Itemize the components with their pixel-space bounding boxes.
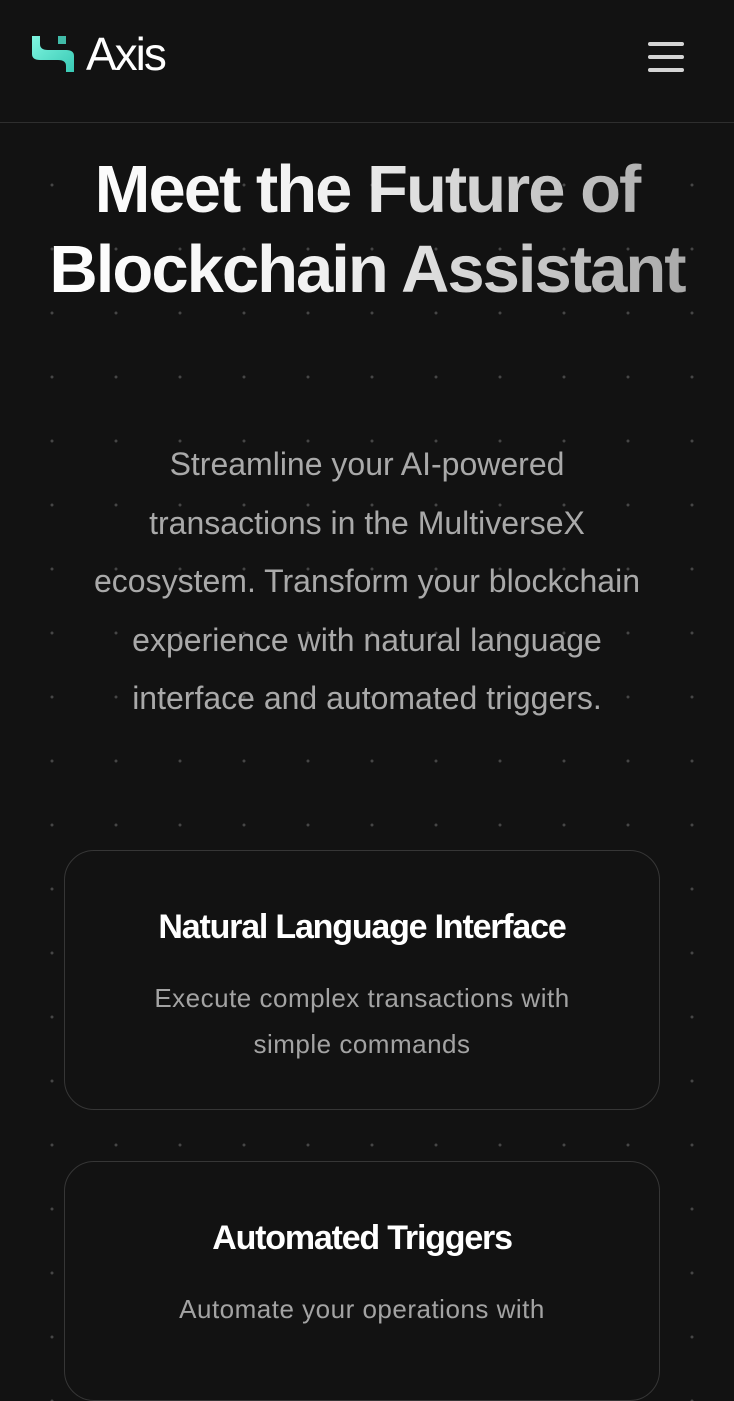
feature-card-title: Natural Language Interface	[158, 908, 566, 946]
site-header: Axis	[0, 0, 734, 123]
axis-logo-icon	[32, 36, 74, 72]
menu-button[interactable]	[644, 40, 688, 76]
feature-card-description: Execute complex transactions with simple…	[154, 983, 570, 1059]
feature-card-natural-language: Natural Language Interface Execute compl…	[64, 850, 660, 1110]
feature-card-automated-triggers: Automated Triggers Automate your operati…	[64, 1161, 660, 1401]
feature-card-description: Automate your operations with	[179, 1294, 545, 1324]
logo-text: Axis	[86, 28, 167, 80]
feature-card-title: Automated Triggers	[212, 1219, 513, 1257]
logo[interactable]: Axis	[28, 28, 167, 80]
hamburger-menu-icon	[648, 42, 684, 46]
hero-title: Meet the Future of Blockchain Assistant	[40, 150, 694, 310]
hero-subtitle: Streamline your AI-powered transactions …	[94, 446, 640, 716]
